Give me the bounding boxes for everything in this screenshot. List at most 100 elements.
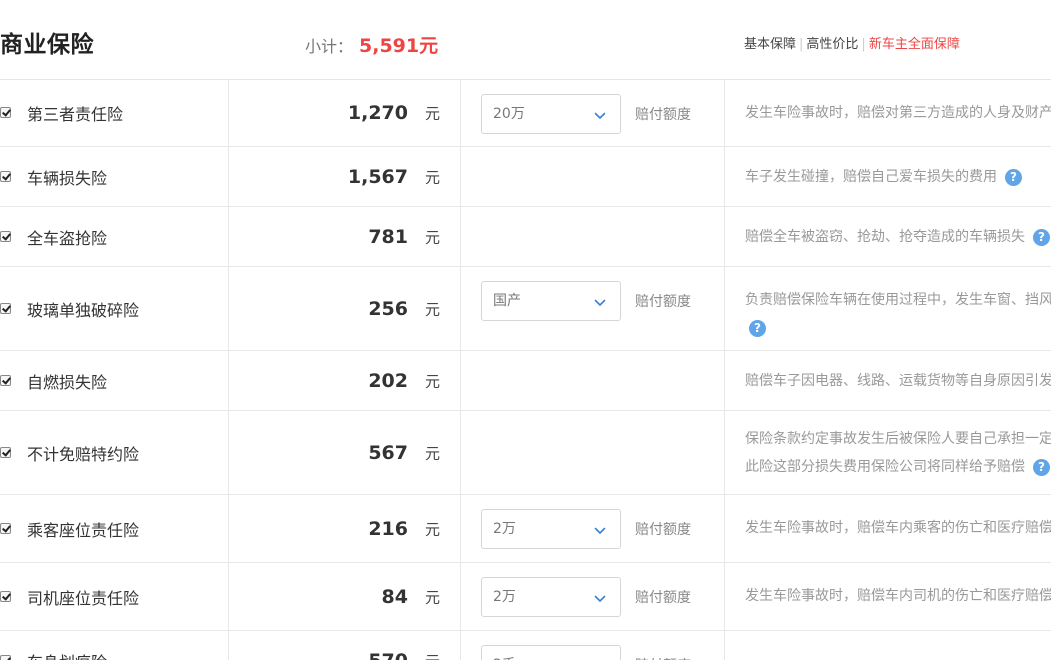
price-unit: 元	[424, 372, 440, 390]
coverage-checkbox[interactable]	[0, 107, 11, 118]
select-value: 2万	[493, 589, 516, 605]
coverage-description: 赔偿车子因电器、线路、运载货物等自身原因引发火灾	[745, 367, 1051, 395]
subtotal-label: 小计：	[305, 37, 354, 56]
coverage-amount-label: 赔付额度	[635, 107, 691, 123]
description-text: 发生车险事故时，赔偿车内乘客的伤亡和医疗赔偿费用	[745, 520, 1051, 536]
chevron-down-icon	[594, 294, 606, 306]
coverage-price: 567	[368, 441, 408, 464]
description-text: 此险这部分损失费用保险公司将同样给予赔偿	[745, 459, 1025, 475]
coverage-name: 司机座位责任险	[27, 588, 140, 608]
help-icon[interactable]: ?	[1033, 228, 1050, 246]
coverage-amount-select[interactable]: 国产	[481, 281, 621, 321]
description-text: 车子发生碰撞，赔偿自己爱车损失的费用	[745, 169, 997, 185]
coverage-checkbox[interactable]	[0, 170, 11, 182]
coverage-price: 202	[368, 369, 408, 392]
plan-link-full[interactable]: 新车主全面保障	[869, 37, 960, 52]
help-icon[interactable]: ?	[1005, 168, 1022, 186]
coverage-price: 216	[368, 517, 408, 540]
coverage-option-cell: 国产 赔付额度	[461, 267, 725, 350]
coverage-option-cell: 2万 赔付额度	[461, 563, 725, 630]
coverage-name-cell: 不计免赔特约险	[0, 411, 229, 494]
coverage-checkbox[interactable]	[0, 446, 11, 458]
coverage-description: 发生车险事故时，赔偿车内司机的伤亡和医疗赔偿费用	[745, 582, 1051, 610]
price-unit: 元	[424, 444, 440, 462]
coverage-option-cell	[461, 207, 725, 266]
coverage-amount-select[interactable]: 2万	[481, 577, 621, 617]
coverage-amount-label: 赔付额度	[635, 522, 691, 538]
chevron-down-icon	[594, 522, 606, 534]
coverage-name-cell: 玻璃单独破碎险	[0, 267, 229, 350]
table-row: 全车盗抢险 781 元 赔偿全车被盗窃、抢劫、抢夺造成的车辆损失?	[0, 207, 1051, 267]
coverage-price-cell: 84 元	[229, 563, 461, 630]
help-icon[interactable]: ?	[749, 319, 766, 337]
coverage-price: 1,567	[347, 165, 408, 188]
description-line: 此险这部分损失费用保险公司将同样给予赔偿?	[745, 453, 1051, 481]
coverage-price-cell: 781 元	[229, 207, 461, 266]
price-unit: 元	[424, 520, 440, 538]
description-line: ?	[745, 314, 1051, 342]
table-row: 自燃损失险 202 元 赔偿车子因电器、线路、运载货物等自身原因引发火灾	[0, 351, 1051, 411]
coverage-price-cell: 570 元	[229, 631, 461, 660]
coverage-checkbox[interactable]	[0, 374, 11, 386]
coverage-name-cell: 司机座位责任险	[0, 563, 229, 630]
coverage-checkbox[interactable]	[0, 230, 11, 242]
table-row: 玻璃单独破碎险 256 元 国产 赔付额度 负责赔偿保险车辆在使用过程中，发生车窗、挡风玻…	[0, 267, 1051, 351]
coverage-amount-select[interactable]: 2千	[481, 645, 621, 660]
plan-separator: |	[861, 37, 866, 52]
table-row: 车辆损失险 1,567 元 车子发生碰撞，赔偿自己爱车损失的费用?	[0, 147, 1051, 207]
coverage-option-cell: 20万 赔付额度	[461, 80, 725, 146]
coverage-amount-label: 赔付额度	[635, 294, 691, 310]
description-text: 发生车险事故时，赔偿对第三方造成的人身及财产损失	[745, 105, 1051, 121]
coverage-price: 781	[368, 225, 408, 248]
coverage-description: 保险条款约定事故发生后被保险人要自己承担一定比例 此险这部分损失费用保险公司将同样…	[745, 425, 1051, 481]
coverage-name: 玻璃单独破碎险	[27, 300, 140, 320]
description-line: 保险条款约定事故发生后被保险人要自己承担一定比例	[745, 425, 1051, 453]
coverage-option-cell	[461, 351, 725, 410]
coverage-price: 84	[381, 585, 408, 608]
coverage-name: 不计免赔特约险	[27, 444, 140, 464]
coverage-price: 570	[368, 650, 408, 660]
description-text: 负责赔偿保险车辆在使用过程中，发生车窗、挡风玻璃	[745, 292, 1051, 308]
coverage-name-cell: 自燃损失险	[0, 351, 229, 410]
description-line: 赔偿车子因电器、线路、运载货物等自身原因引发火灾	[745, 367, 1051, 395]
plan-link-value[interactable]: 高性价比	[806, 37, 858, 52]
coverage-description: 车子发生碰撞，赔偿自己爱车损失的费用?	[745, 163, 1051, 191]
coverage-option-cell: 2千赔付额度	[461, 631, 725, 660]
coverage-option-cell: 2万 赔付额度	[461, 495, 725, 562]
description-text: 保险条款约定事故发生后被保险人要自己承担一定比例	[745, 431, 1051, 447]
coverage-amount-label: 赔付额度	[635, 655, 691, 660]
select-value: 2千	[493, 646, 516, 660]
coverage-desc-cell: 发生车险事故时，赔偿车内乘客的伤亡和医疗赔偿费用	[725, 495, 1051, 562]
coverage-amount-select[interactable]: 2万	[481, 509, 621, 549]
coverage-amount-select[interactable]: 20万	[481, 94, 621, 134]
coverage-desc-cell: 发生车险事故时，赔偿对第三方造成的人身及财产损失	[725, 80, 1051, 146]
coverage-checkbox[interactable]	[0, 654, 11, 660]
coverage-name-cell: 第三者责任险	[0, 80, 229, 146]
coverage-desc-cell	[725, 631, 1051, 660]
coverage-name: 乘客座位责任险	[27, 520, 140, 540]
coverage-checkbox[interactable]	[0, 522, 11, 534]
coverage-description: 发生车险事故时，赔偿对第三方造成的人身及财产损失	[745, 99, 1051, 127]
coverage-price-cell: 216 元	[229, 495, 461, 562]
table-row: 车身划痕险 570 元 2千赔付额度	[0, 631, 1051, 660]
price-unit: 元	[424, 228, 440, 246]
help-icon[interactable]: ?	[1033, 458, 1050, 476]
coverage-checkbox[interactable]	[0, 590, 11, 602]
plan-link-basic[interactable]: 基本保障	[744, 37, 796, 52]
description-text: 赔偿车子因电器、线路、运载货物等自身原因引发火灾	[745, 373, 1051, 389]
coverage-checkbox[interactable]	[0, 302, 11, 314]
coverage-name: 第三者责任险	[27, 105, 124, 124]
price-unit: 元	[425, 650, 440, 660]
description-line: 发生车险事故时，赔偿车内司机的伤亡和医疗赔偿费用	[745, 582, 1051, 610]
description-line: 负责赔偿保险车辆在使用过程中，发生车窗、挡风玻璃	[745, 286, 1051, 314]
chevron-down-icon	[594, 590, 606, 602]
description-text: 赔偿全车被盗窃、抢劫、抢夺造成的车辆损失	[745, 229, 1025, 245]
coverage-price-cell: 567 元	[229, 411, 461, 494]
coverage-desc-cell: 赔偿车子因电器、线路、运载货物等自身原因引发火灾	[725, 351, 1051, 410]
insurance-page: 商业保险 小计： 5,591元 基本保障 | 高性价比 | 新车主全面保障 第三者责任险 1…	[0, 0, 1051, 660]
coverage-desc-cell: 赔偿全车被盗窃、抢劫、抢夺造成的车辆损失?	[725, 207, 1051, 266]
coverage-amount-label: 赔付额度	[635, 590, 691, 606]
coverage-name: 车辆损失险	[27, 168, 108, 188]
description-line: 发生车险事故时，赔偿车内乘客的伤亡和医疗赔偿费用	[745, 514, 1051, 542]
coverage-price-cell: 1,270 元	[229, 80, 461, 146]
